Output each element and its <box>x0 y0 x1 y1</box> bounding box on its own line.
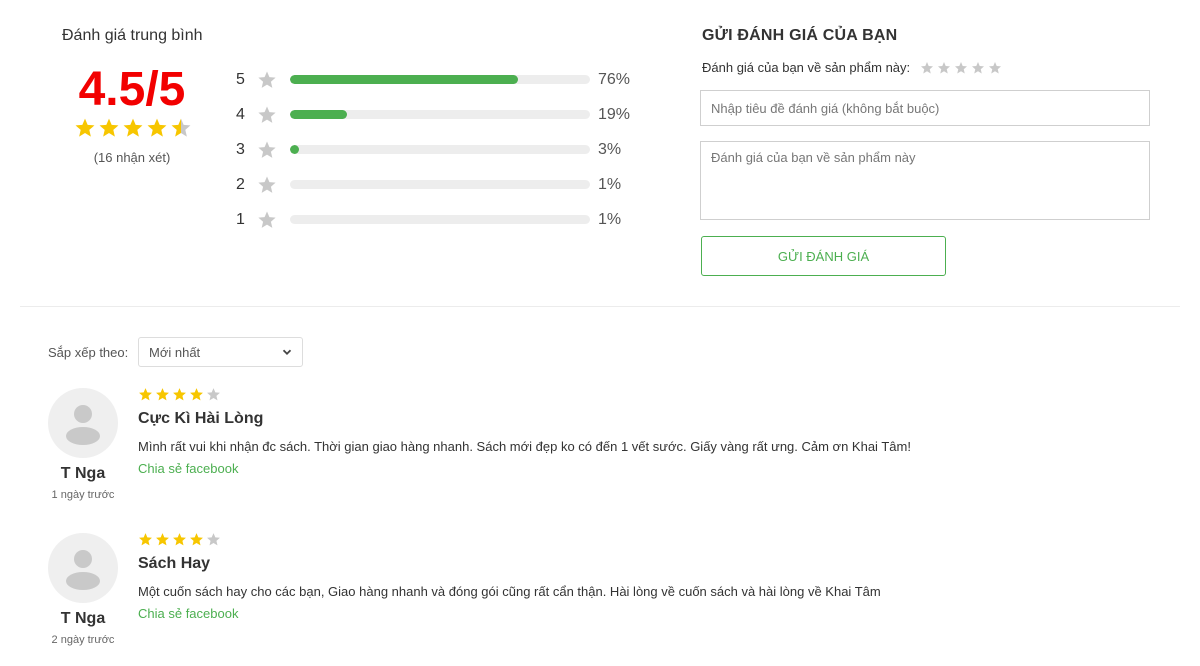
avatar <box>48 533 118 603</box>
rating-row-3: 3 3% <box>236 132 630 167</box>
rating-bar <box>290 180 590 189</box>
star-filled-icon <box>74 117 96 139</box>
review-body: Một cuốn sách hay cho các bạn, Giao hàng… <box>138 584 881 599</box>
star-rating-picker <box>920 61 1002 75</box>
review-title: Sách Hay <box>138 555 211 572</box>
star-empty-icon[interactable] <box>920 61 934 75</box>
rating-row-percent: 3% <box>598 140 622 158</box>
share-facebook-link[interactable]: Chia sẻ facebook <box>138 461 238 476</box>
star-half-icon <box>170 117 192 139</box>
rating-bar-fill <box>290 145 299 154</box>
rating-row-4: 4 19% <box>236 97 630 132</box>
review-title: Cực Kì Hài Lòng <box>138 410 264 427</box>
avatar <box>48 388 118 458</box>
review-stars <box>138 532 221 547</box>
star-empty-icon[interactable] <box>988 61 1002 75</box>
grey-star-icon <box>257 175 277 195</box>
review-time: 1 ngày trước <box>51 489 115 501</box>
sort-label: Sắp xếp theo: <box>48 345 129 360</box>
submit-review-title: GỬI ĐÁNH GIÁ CỦA BẠN <box>702 27 898 44</box>
user-icon <box>66 405 100 445</box>
star-filled-icon <box>138 532 153 547</box>
rating-row-1: 1 1% <box>236 202 630 237</box>
review-author: T Nga <box>60 465 106 482</box>
star-empty-icon[interactable] <box>937 61 951 75</box>
sort-select[interactable]: Mới nhất <box>138 337 303 367</box>
rating-bar <box>290 110 590 119</box>
star-filled-icon <box>189 532 204 547</box>
star-filled-icon <box>122 117 144 139</box>
rating-bar-fill <box>290 110 347 119</box>
rating-row-percent: 19% <box>598 105 631 123</box>
review-title-input[interactable] <box>700 90 1150 126</box>
rating-bar <box>290 215 590 224</box>
review-author: T Nga <box>60 610 106 627</box>
review-stars <box>138 387 221 402</box>
review-time: 2 ngày trước <box>51 634 115 646</box>
grey-star-icon <box>257 210 277 230</box>
review-body-textarea[interactable] <box>700 141 1150 220</box>
star-filled-icon <box>189 387 204 402</box>
star-filled-icon <box>155 387 170 402</box>
average-rating-title: Đánh giá trung bình <box>62 27 203 44</box>
star-empty-icon[interactable] <box>971 61 985 75</box>
rating-row-stars-label: 1 <box>236 210 245 228</box>
rate-product-prompt: Đánh giá của bạn về sản phẩm này: <box>702 60 1002 75</box>
star-filled-icon <box>172 387 187 402</box>
star-filled-icon <box>172 532 187 547</box>
rating-row-5: 5 76% <box>236 62 630 97</box>
rating-breakdown: 5 76% 4 19% 3 3% 2 1% 1 1% <box>236 62 630 237</box>
rating-bar <box>290 145 590 154</box>
chevron-down-icon <box>282 345 292 360</box>
star-empty-icon[interactable] <box>954 61 968 75</box>
grey-star-icon <box>257 140 277 160</box>
review-count: (16 nhận xét) <box>93 150 171 165</box>
star-filled-icon <box>146 117 168 139</box>
rating-row-stars-label: 4 <box>236 105 245 123</box>
grey-star-icon <box>257 70 277 90</box>
rating-row-stars-label: 2 <box>236 175 245 193</box>
user-icon <box>66 550 100 590</box>
share-facebook-link[interactable]: Chia sẻ facebook <box>138 606 238 621</box>
section-divider <box>20 306 1180 307</box>
rating-bar-fill <box>290 75 518 84</box>
star-filled-icon <box>98 117 120 139</box>
submit-review-button[interactable]: GỬI ĐÁNH GIÁ <box>701 236 946 276</box>
star-empty-icon <box>206 387 221 402</box>
average-score: 4.5/5 <box>78 63 186 116</box>
rating-row-stars-label: 3 <box>236 140 245 158</box>
rating-row-2: 2 1% <box>236 167 630 202</box>
rating-row-percent: 76% <box>598 70 631 88</box>
rating-row-percent: 1% <box>598 175 622 193</box>
star-empty-icon <box>206 532 221 547</box>
rate-product-label: Đánh giá của bạn về sản phẩm này: <box>702 60 911 75</box>
rating-row-percent: 1% <box>598 210 622 228</box>
grey-star-icon <box>257 105 277 125</box>
rating-row-stars-label: 5 <box>236 70 245 88</box>
sort-selected-value: Mới nhất <box>149 344 201 360</box>
rating-bar <box>290 75 590 84</box>
average-stars <box>74 117 192 139</box>
review-body: Mình rất vui khi nhận đc sách. Thời gian… <box>138 439 911 454</box>
star-filled-icon <box>138 387 153 402</box>
star-filled-icon <box>155 532 170 547</box>
